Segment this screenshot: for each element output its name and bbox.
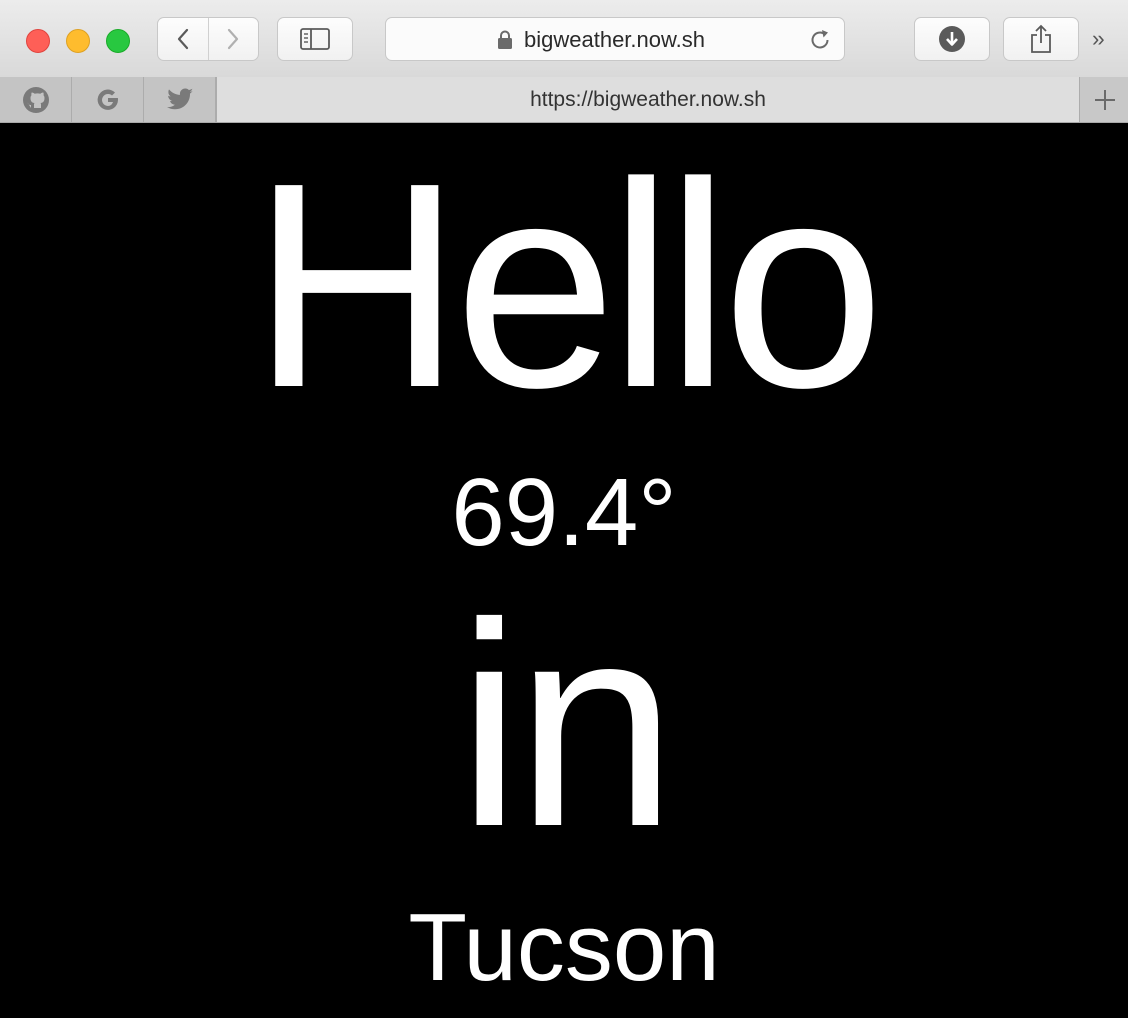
page-content: Hello 69.4° in Tucson (0, 123, 1128, 1018)
pinned-tab-twitter[interactable] (144, 77, 216, 122)
address-url: bigweather.now.sh (524, 27, 706, 52)
temperature-value: 69.4° (451, 459, 677, 566)
chevron-right-icon (228, 28, 239, 50)
browser-window: bigweather.now.sh ›› https://bigweather.… (0, 0, 1128, 1018)
maximize-window-button[interactable] (106, 29, 130, 53)
greeting-heading: Hello (251, 123, 884, 448)
close-window-button[interactable] (26, 29, 50, 53)
pinned-tab-google[interactable] (72, 77, 144, 122)
tab-bar: https://bigweather.now.sh (0, 77, 1128, 123)
github-icon (22, 86, 49, 113)
share-button[interactable] (1003, 17, 1079, 61)
lock-icon (498, 30, 512, 49)
more-toolbar-items-icon[interactable]: ›› (1092, 27, 1105, 51)
forward-button[interactable] (207, 18, 259, 60)
minimize-window-button[interactable] (66, 29, 90, 53)
downloads-button[interactable] (914, 17, 990, 61)
share-icon (1031, 24, 1051, 53)
reload-icon[interactable] (808, 28, 832, 52)
address-bar[interactable]: bigweather.now.sh (385, 17, 845, 61)
sidebar-button[interactable] (277, 17, 353, 61)
plus-icon (1095, 89, 1115, 110)
browser-toolbar: bigweather.now.sh ›› (0, 0, 1128, 78)
chevron-left-icon (177, 28, 188, 50)
download-icon (939, 26, 965, 52)
preposition-text: in (457, 563, 677, 887)
city-name: Tucson (408, 894, 720, 1001)
google-icon (97, 89, 118, 110)
navigation-buttons (157, 17, 259, 61)
tab-title: https://bigweather.now.sh (530, 87, 766, 111)
sidebar-icon (300, 28, 330, 50)
tab-bigweather[interactable]: https://bigweather.now.sh (216, 77, 1080, 122)
new-tab-button[interactable] (1082, 77, 1128, 122)
pinned-tab-github[interactable] (0, 77, 72, 122)
twitter-icon (166, 87, 193, 109)
back-button[interactable] (158, 18, 208, 60)
